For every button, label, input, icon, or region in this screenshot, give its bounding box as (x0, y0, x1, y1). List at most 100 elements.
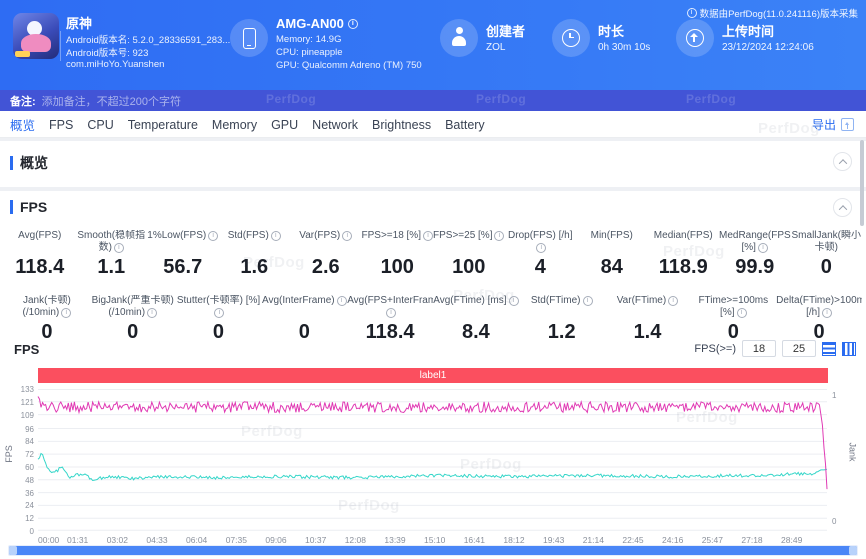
y-axis-title-left: FPS (4, 445, 14, 463)
info-icon[interactable]: i (668, 296, 678, 306)
x-tick-label: 15:10 (424, 535, 445, 545)
fps-threshold-input-1[interactable] (742, 340, 776, 357)
x-tick-label: 22:45 (622, 535, 643, 545)
metric-cell: Var(FTime)i1.4 (605, 295, 691, 344)
metric-cell: Avg(FPS+InterFrame)i118.4 (347, 295, 433, 344)
info-icon[interactable]: i (214, 308, 224, 318)
info-icon[interactable]: i (737, 308, 747, 318)
info-icon[interactable]: i (386, 308, 396, 318)
fps-section-header: FPS (10, 199, 47, 215)
metric-value: 99.9 (719, 256, 791, 279)
export-icon (841, 118, 854, 131)
tab-Memory[interactable]: Memory (212, 118, 257, 132)
metric-cell: Smooth(稳帧指数)i1.1 (76, 230, 148, 279)
metric-label: Avg(FTime) [ms]i (433, 295, 519, 319)
tab-Brightness[interactable]: Brightness (372, 118, 431, 132)
y-tick-label: 109 (12, 411, 34, 420)
y-tick-label-right: 0 (832, 517, 836, 526)
metric-cell: SmallJank(瞬小卡顿)(/10min)i0 (791, 230, 863, 279)
x-tick-label: 25:47 (702, 535, 723, 545)
x-tick-label: 18:12 (503, 535, 524, 545)
export-button[interactable]: 导出 (812, 111, 854, 138)
info-icon[interactable]: i (509, 296, 519, 306)
metric-cell: 1%Low(FPS)i56.7 (147, 230, 219, 279)
metric-label: Min(FPS) (576, 230, 648, 254)
metric-value: 1.4 (605, 321, 691, 344)
metric-value: 84 (576, 256, 648, 279)
overview-collapse-button[interactable] (833, 152, 852, 171)
scrollbar-left-handle[interactable] (9, 546, 17, 555)
fps-section-title: FPS (20, 199, 47, 215)
scrollbar-thumb[interactable] (9, 546, 857, 555)
tab-概览[interactable]: 概览 (10, 115, 35, 134)
device-info-icon[interactable]: i (348, 19, 358, 29)
metric-label: Avg(FPS) (4, 230, 76, 254)
info-icon: i (687, 8, 697, 18)
metric-cell: Avg(FPS)118.4 (4, 230, 76, 279)
app-version-code: Android版本号: 923 (66, 45, 148, 59)
metrics-row-2: Jank(卡顿)(/10min)i0BigJank(严重卡顿)(/10min)i… (4, 295, 862, 344)
device-memory: Memory: 14.9G (276, 34, 341, 45)
metric-value: 56.7 (147, 256, 219, 279)
info-icon[interactable]: i (208, 231, 218, 241)
info-icon[interactable]: i (147, 308, 157, 318)
metric-label: Drop(FPS) [/h]i (505, 230, 577, 254)
y-tick-label-right: 1 (832, 391, 836, 400)
creator-icon-circle (440, 19, 478, 57)
chart-columns-icon[interactable] (842, 342, 856, 356)
x-tick-label: 27:18 (741, 535, 762, 545)
metric-label: Var(FPS)i (290, 230, 362, 254)
x-tick-label: 28:49 (781, 535, 802, 545)
info-icon[interactable]: i (822, 308, 832, 318)
metric-cell: Min(FPS)84 (576, 230, 648, 279)
y-tick-label: 133 (12, 385, 34, 394)
info-icon[interactable]: i (114, 243, 124, 253)
info-icon[interactable]: i (271, 231, 281, 241)
metric-label: Avg(InterFrame)i (261, 295, 347, 319)
metric-cell: FPS>=18 [%]i100 (362, 230, 434, 279)
info-icon[interactable]: i (342, 231, 352, 241)
tab-GPU[interactable]: GPU (271, 118, 298, 132)
tab-FPS[interactable]: FPS (49, 118, 73, 132)
chart-rows-icon[interactable] (822, 342, 836, 356)
metric-cell: Avg(InterFrame)i0 (261, 295, 347, 344)
scrollbar-right-handle[interactable] (849, 546, 857, 555)
header-divider (60, 31, 61, 61)
fps-threshold-input-2[interactable] (782, 340, 816, 357)
metric-label: Delta(FTime)>100ms [/h]i (776, 295, 862, 319)
metric-label: Std(FTime)i (519, 295, 605, 319)
metric-cell: Var(FPS)i2.6 (290, 230, 362, 279)
remark-placeholder: 添加备注，不超过200个字符 (42, 93, 181, 109)
page-scrollbar[interactable] (860, 140, 864, 226)
info-icon[interactable]: i (536, 243, 546, 253)
x-tick-label: 24:16 (662, 535, 683, 545)
info-icon[interactable]: i (337, 296, 347, 306)
metric-cell: Delta(FTime)>100ms [/h]i0 (776, 295, 862, 344)
fps-plot[interactable]: 012243648607284961091211330100:0001:3103… (38, 389, 827, 531)
metric-cell: Stutter(卡顿率) [%]i0 (176, 295, 262, 344)
tab-CPU[interactable]: CPU (87, 118, 113, 132)
metric-value: 4 (505, 256, 577, 279)
info-icon[interactable]: i (494, 231, 504, 241)
duration-icon-circle (552, 19, 590, 57)
fps-collapse-button[interactable] (833, 198, 852, 217)
label-banner: label1 (38, 368, 828, 383)
remark-bar[interactable]: 备注: 添加备注，不超过200个字符 (0, 90, 866, 111)
metric-label: FTime>=100ms [%]i (690, 295, 776, 319)
x-tick-label: 03:02 (107, 535, 128, 545)
tab-Temperature[interactable]: Temperature (128, 118, 198, 132)
tab-Battery[interactable]: Battery (445, 118, 485, 132)
device-name-row: AMG-AN00 i (276, 16, 358, 31)
info-icon[interactable]: i (61, 308, 71, 318)
chart-horizontal-scrollbar[interactable] (8, 545, 858, 556)
upload-icon (686, 29, 704, 47)
tab-Network[interactable]: Network (312, 118, 358, 132)
info-icon[interactable]: i (758, 243, 768, 253)
info-icon[interactable]: i (583, 296, 593, 306)
y-tick-label: 24 (12, 501, 34, 510)
info-icon[interactable]: i (423, 231, 433, 241)
metric-value: 2.6 (290, 256, 362, 279)
metric-cell: BigJank(严重卡顿)(/10min)i0 (90, 295, 176, 344)
device-cpu: CPU: pineapple (276, 47, 343, 58)
metric-value: 1.6 (219, 256, 291, 279)
